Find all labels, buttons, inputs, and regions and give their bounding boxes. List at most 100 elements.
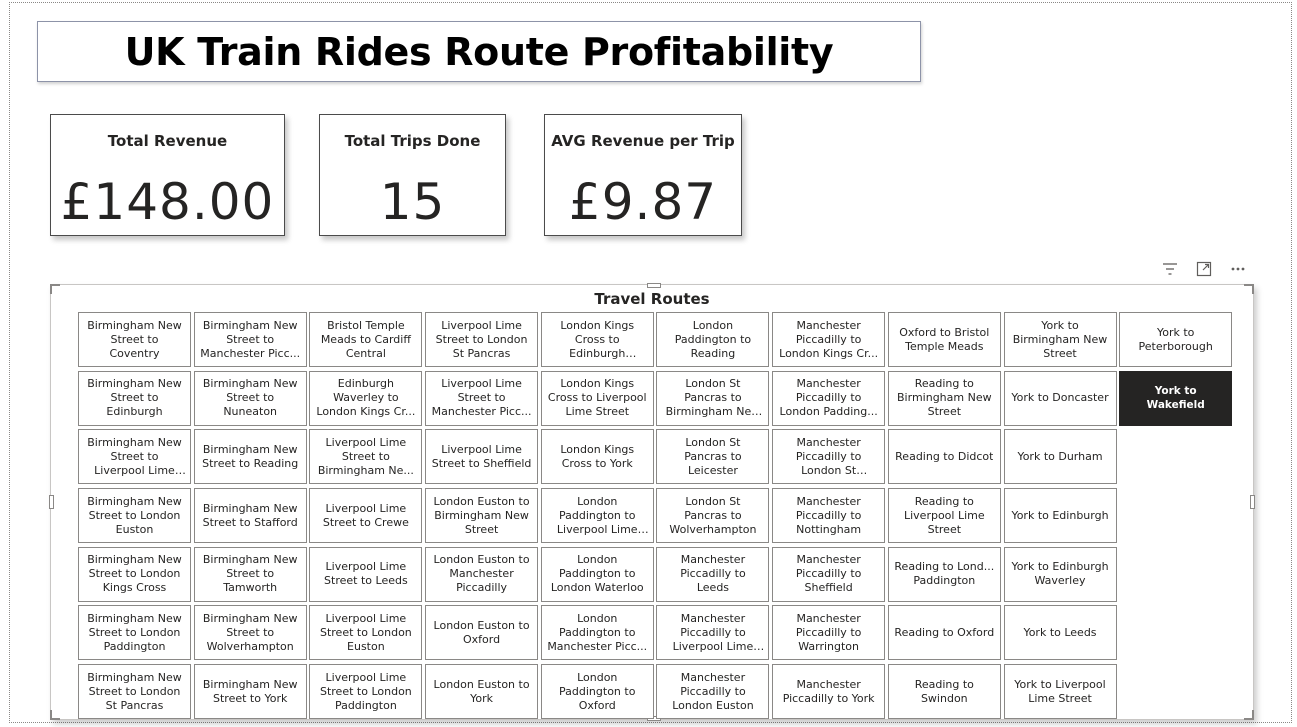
slicer-tile[interactable]: Manchester Piccadilly to Nottingham xyxy=(772,488,886,544)
slicer-tile[interactable]: Birmingham New Street to Liverpool Lime … xyxy=(78,429,191,485)
slicer-tile[interactable]: Reading to Oxford xyxy=(887,605,1001,661)
slicer-tile[interactable]: Birmingham New Street to York xyxy=(193,664,307,720)
slicer-tile[interactable]: London Paddington to Reading xyxy=(656,312,770,367)
slicer-tile[interactable]: York to Durham xyxy=(1003,429,1117,485)
slicer-tile[interactable]: London Kings Cross to Liverpool Lime Str… xyxy=(540,370,654,426)
slicer-tile[interactable]: London Euston to York xyxy=(425,664,539,720)
slicer-tile-label: London Paddington to London Waterloo xyxy=(550,553,644,595)
slicer-tile-label: Reading to Swindon xyxy=(914,677,974,705)
slicer-tile-label: Liverpool Lime Street to Manchester Picc… xyxy=(431,377,532,419)
slicer-tile[interactable]: London Paddington to Manchester Picc... xyxy=(540,605,654,661)
slicer-tile-label: Liverpool Lime Street to Sheffield xyxy=(431,442,532,470)
slicer-tile[interactable]: London Paddington to Liverpool Lime S... xyxy=(540,488,654,544)
slicer-tile[interactable]: Manchester Piccadilly to London St Pancr… xyxy=(772,429,886,485)
resize-handle-top[interactable] xyxy=(647,283,661,288)
slicer-tile[interactable]: London St Pancras to Leicester xyxy=(656,429,770,485)
slicer-tile[interactable]: Birmingham New Street to Wolverhampton xyxy=(193,605,307,661)
slicer-tile-label: London Kings Cross to Edinburgh Waverley xyxy=(560,318,635,360)
slicer-tile[interactable]: Liverpool Lime Street to Manchester Picc… xyxy=(425,370,539,426)
slicer-tile-label: Birmingham New Street to Liverpool Lime … xyxy=(87,435,182,477)
card-value: £148.00 xyxy=(60,173,275,231)
slicer-tile[interactable]: Manchester Piccadilly to Liverpool Lime … xyxy=(656,605,770,661)
slicer-tile[interactable]: York to Edinburgh Waverley xyxy=(1003,546,1117,602)
slicer-tile[interactable]: Reading to Swindon xyxy=(887,664,1001,720)
slicer-tile[interactable]: Birmingham New Street to Nuneaton xyxy=(193,370,307,426)
resize-handle-right[interactable] xyxy=(1250,495,1255,509)
more-options-icon[interactable] xyxy=(1222,254,1254,284)
card-total-trips[interactable]: Total Trips Done 15 xyxy=(319,114,506,236)
slicer-tile[interactable]: Manchester Piccadilly to Leeds xyxy=(656,546,770,602)
slicer-tile[interactable]: Birmingham New Street to Manchester Picc… xyxy=(193,312,307,367)
slicer-tile-label: York to Peterborough xyxy=(1138,325,1213,353)
slicer-tile[interactable]: Bristol Temple Meads to Cardiff Central xyxy=(309,312,423,367)
resize-corner[interactable] xyxy=(1244,710,1254,720)
slicer-tile[interactable]: Liverpool Lime Street to Sheffield xyxy=(425,429,539,485)
slicer-tile[interactable]: Manchester Piccadilly to Sheffield xyxy=(772,546,886,602)
slicer-tile-label: Birmingham New Street to London Paddingt… xyxy=(87,611,182,653)
slicer-tile-label: Birmingham New Street to Reading xyxy=(202,442,299,470)
slicer-tile[interactable]: Birmingham New Street to Stafford xyxy=(193,488,307,544)
slicer-tile[interactable]: Birmingham New Street to London Kings Cr… xyxy=(78,546,191,602)
slicer-tile[interactable]: Reading to Lond... Paddington xyxy=(887,546,1001,602)
slicer-tile-label: Reading to Didcot xyxy=(895,449,994,463)
slicer-tile[interactable]: Liverpool Lime Street to London Euston xyxy=(309,605,423,661)
slicer-tile[interactable]: London Kings Cross to York xyxy=(540,429,654,485)
slicer-tile-label: Oxford to Bristol Temple Meads xyxy=(899,325,990,353)
slicer-tile-label: London St Pancras to Birmingham New Stre… xyxy=(665,377,761,419)
slicer-tile[interactable]: London Paddington to Oxford xyxy=(540,664,654,720)
slicer-tile[interactable]: Edinburgh Waverley to London Kings Cr... xyxy=(309,370,423,426)
slicer-tile-label: Birmingham New Street to Nuneaton xyxy=(202,377,298,419)
slicer-tile[interactable]: London Euston to Birmingham New Street xyxy=(425,488,539,544)
slicer-tile-label: Birmingham New Street to Edinburgh xyxy=(87,377,182,419)
slicer-tile[interactable]: London St Pancras to Birmingham New Stre… xyxy=(656,370,770,426)
slicer-tile-label: Birmingham New Street to London Euston xyxy=(87,494,182,536)
slicer-tile[interactable]: Liverpool Lime Street to Birmingham Ne..… xyxy=(309,429,423,485)
slicer-tile[interactable]: London St Pancras to Wolverhampton xyxy=(656,488,770,544)
slicer-tile[interactable]: Birmingham New Street to London Euston xyxy=(78,488,191,544)
resize-corner[interactable] xyxy=(50,710,60,720)
slicer-tile-label: London Euston to York xyxy=(433,677,530,705)
slicer-tile[interactable]: London Kings Cross to Edinburgh Waverley xyxy=(540,312,654,367)
slicer-tile[interactable]: York to Peterborough xyxy=(1119,312,1233,367)
slicer-tile[interactable]: Birmingham New Street to Tamworth xyxy=(193,546,307,602)
slicer-tile[interactable]: Manchester Piccadilly to London Padding.… xyxy=(772,370,886,426)
slicer-tile[interactable]: Liverpool Lime Street to London St Pancr… xyxy=(425,312,539,367)
slicer-tile[interactable]: Birmingham New Street to Edinburgh xyxy=(78,370,191,426)
slicer-tile[interactable]: Birmingham New Street to Coventry xyxy=(78,312,191,367)
slicer-tile[interactable]: York to Edinburgh xyxy=(1003,488,1117,544)
slicer-tile[interactable]: London Euston to Oxford xyxy=(425,605,539,661)
focus-mode-icon[interactable] xyxy=(1188,254,1220,284)
slicer-tile[interactable]: Reading to Birmingham New Street xyxy=(887,370,1001,426)
slicer-tile-selected[interactable]: York to Wakefield xyxy=(1119,370,1233,426)
slicer-tile[interactable]: Reading to Liverpool Lime Street xyxy=(887,488,1001,544)
slicer-tile-label: Manchester Piccadilly to London Padding.… xyxy=(779,377,878,419)
card-total-revenue[interactable]: Total Revenue £148.00 xyxy=(50,114,285,236)
slicer-tile[interactable]: Manchester Piccadilly to York xyxy=(772,664,886,720)
slicer-tile[interactable]: York to Liverpool Lime Street xyxy=(1003,664,1117,720)
card-avg-revenue[interactable]: AVG Revenue per Trip £9.87 xyxy=(544,114,742,236)
card-label: AVG Revenue per Trip xyxy=(551,132,735,150)
slicer-tile-label: Manchester Piccadilly to Liverpool Lime … xyxy=(672,611,754,653)
slicer-tile[interactable]: Oxford to Bristol Temple Meads xyxy=(887,312,1001,367)
slicer-tile[interactable]: Liverpool Lime Street to Crewe xyxy=(309,488,423,544)
slicer-tile[interactable]: London Paddington to London Waterloo xyxy=(540,546,654,602)
slicer-tile[interactable]: Liverpool Lime Street to Leeds xyxy=(309,546,423,602)
slicer-tile[interactable]: York to Leeds xyxy=(1003,605,1117,661)
slicer-tile[interactable]: Birmingham New Street to Reading xyxy=(193,429,307,485)
visual-header-toolbar xyxy=(1154,254,1256,284)
slicer-tile[interactable]: Liverpool Lime Street to London Paddingt… xyxy=(309,664,423,720)
slicer-tile[interactable]: Reading to Didcot xyxy=(887,429,1001,485)
slicer-tile-label: Birmingham New Street to Manchester Picc… xyxy=(200,318,301,360)
slicer-tile-label: York to Liverpool Lime Street xyxy=(1014,677,1106,705)
slicer-tile-label: Manchester Piccadilly to Sheffield xyxy=(795,553,862,595)
slicer-tile[interactable]: London Euston to Manchester Piccadilly xyxy=(425,546,539,602)
slicer-tile[interactable]: Manchester Piccadilly to London Euston xyxy=(656,664,770,720)
slicer-tile[interactable]: Manchester Piccadilly to London Kings Cr… xyxy=(772,312,886,367)
slicer-tile[interactable]: Birmingham New Street to London St Pancr… xyxy=(78,664,191,720)
slicer-tile[interactable]: Manchester Piccadilly to Warrington xyxy=(772,605,886,661)
resize-handle-left[interactable] xyxy=(49,495,54,509)
slicer-tile[interactable]: York to Doncaster xyxy=(1003,370,1117,426)
slicer-tile[interactable]: Birmingham New Street to London Paddingt… xyxy=(78,605,191,661)
filter-icon[interactable] xyxy=(1154,254,1186,284)
slicer-tile[interactable]: York to Birmingham New Street xyxy=(1003,312,1117,367)
